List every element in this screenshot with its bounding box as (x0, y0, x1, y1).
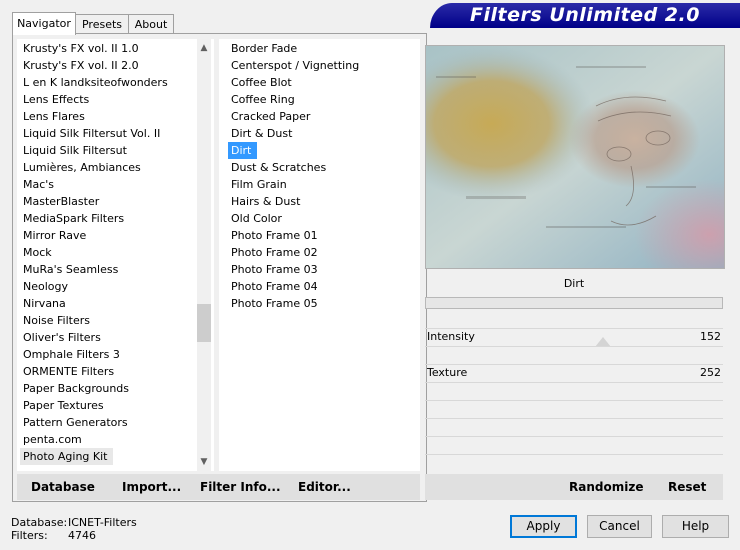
database-status-value: ICNET-Filters (68, 516, 137, 529)
category-item[interactable]: Paper Backgrounds (20, 380, 195, 397)
filter-name: Dirt (563, 277, 585, 290)
category-item[interactable]: Mock (20, 244, 195, 261)
preview-image (425, 45, 725, 269)
filter-item[interactable]: Dirt & Dust (228, 125, 418, 142)
category-item[interactable]: Lens Flares (20, 108, 195, 125)
category-item[interactable]: Noise Filters (20, 312, 195, 329)
category-item[interactable]: Lumières, Ambiances (20, 159, 195, 176)
filter-item[interactable]: Hairs & Dust (228, 193, 418, 210)
app-title-banner: Filters Unlimited 2.0 (430, 3, 740, 28)
category-item[interactable]: Lens Effects (20, 91, 195, 108)
filter-item[interactable]: Coffee Blot (228, 74, 418, 91)
category-item[interactable]: L en K landksiteofwonders (20, 74, 195, 91)
reset-label: Reset (668, 480, 707, 494)
texture-label: Texture (427, 366, 468, 379)
category-item[interactable]: Mac's (20, 176, 195, 193)
category-item[interactable]: Omphale Filters 3 (20, 346, 195, 363)
category-item[interactable]: Liquid Silk Filtersut (20, 142, 195, 159)
editor-label: Editor... (298, 480, 351, 494)
filter-item[interactable]: Film Grain (228, 176, 418, 193)
tab-about[interactable]: About (128, 14, 174, 34)
category-item[interactable]: Krusty's FX vol. II 2.0 (20, 57, 195, 74)
tab-presets[interactable]: Presets (75, 14, 129, 34)
filter-info-button[interactable]: Filter Info... (200, 472, 281, 502)
category-item[interactable]: Liquid Silk Filtersut Vol. II (20, 125, 195, 142)
category-item[interactable]: Oliver's Filters (20, 329, 195, 346)
category-list[interactable]: Krusty's FX vol. II 1.0 Krusty's FX vol. … (17, 39, 214, 471)
category-item[interactable]: Nirvana (20, 295, 195, 312)
filter-progress-bar (425, 297, 723, 309)
chevron-down-icon[interactable]: ▼ (197, 455, 211, 469)
category-scrollbar[interactable]: ▲ ▼ (197, 39, 211, 471)
randomize-button[interactable]: Randomize (569, 472, 643, 502)
parameter-panel: Intensity 152 Texture 252 (425, 310, 723, 470)
database-status-label: Database: (11, 516, 68, 529)
filter-item[interactable]: Photo Frame 01 (228, 227, 418, 244)
filter-item[interactable]: Photo Frame 02 (228, 244, 418, 261)
category-item[interactable]: Krusty's FX vol. II 1.0 (20, 40, 195, 57)
category-item[interactable]: Mirror Rave (20, 227, 195, 244)
filter-item[interactable]: Coffee Ring (228, 91, 418, 108)
navigator-button-bar: Database Import... Filter Info... Editor… (17, 474, 420, 500)
randomize-label: Randomize (569, 480, 644, 494)
category-scroll-thumb[interactable] (197, 304, 211, 342)
filters-count-label: Filters: (11, 529, 48, 542)
help-button[interactable]: Help (662, 515, 729, 538)
filters-count-value: 4746 (68, 529, 96, 542)
cancel-button[interactable]: Cancel (587, 515, 652, 538)
category-item[interactable]: MasterBlaster (20, 193, 195, 210)
chevron-up-icon[interactable]: ▲ (197, 41, 211, 55)
filter-item[interactable]: Photo Frame 04 (228, 278, 418, 295)
texture-value: 252 (700, 366, 721, 379)
category-item[interactable]: Paper Textures (20, 397, 195, 414)
preview-picture (426, 46, 724, 268)
database-button[interactable]: Database (31, 472, 95, 502)
category-item[interactable]: MuRa's Seamless (20, 261, 195, 278)
filter-item[interactable]: Photo Frame 03 (228, 261, 418, 278)
filter-item[interactable]: Dirt (228, 142, 258, 159)
import-label: Import... (122, 480, 182, 494)
category-item[interactable]: ORMENTE Filters (20, 363, 195, 380)
category-item[interactable]: penta.com (20, 431, 195, 448)
editor-button[interactable]: Editor... (298, 472, 351, 502)
filter-info-label: Filter Info... (200, 480, 281, 494)
category-item[interactable]: Neology (20, 278, 195, 295)
filter-button-bar: Randomize Reset (425, 474, 723, 500)
filter-item[interactable]: Cracked Paper (228, 108, 418, 125)
database-label: Database (31, 480, 95, 494)
filter-item[interactable]: Old Color (228, 210, 418, 227)
filter-item[interactable]: Border Fade (228, 40, 418, 57)
import-button[interactable]: Import... (122, 472, 181, 502)
category-item[interactable]: Pattern Generators (20, 414, 195, 431)
reset-button[interactable]: Reset (668, 472, 706, 502)
apply-button[interactable]: Apply (510, 515, 577, 538)
filter-list[interactable]: Border Fade Centerspot / Vignetting Coffee… (219, 39, 420, 471)
filter-item[interactable]: Centerspot / Vignetting (228, 57, 418, 74)
filter-item[interactable]: Photo Frame 05 (228, 295, 418, 312)
tab-navigator[interactable]: Navigator (12, 12, 76, 35)
filter-item[interactable]: Dust & Scratches (228, 159, 418, 176)
category-item[interactable]: Photo Aging Kit (20, 448, 114, 465)
category-item[interactable]: MediaSpark Filters (20, 210, 195, 227)
